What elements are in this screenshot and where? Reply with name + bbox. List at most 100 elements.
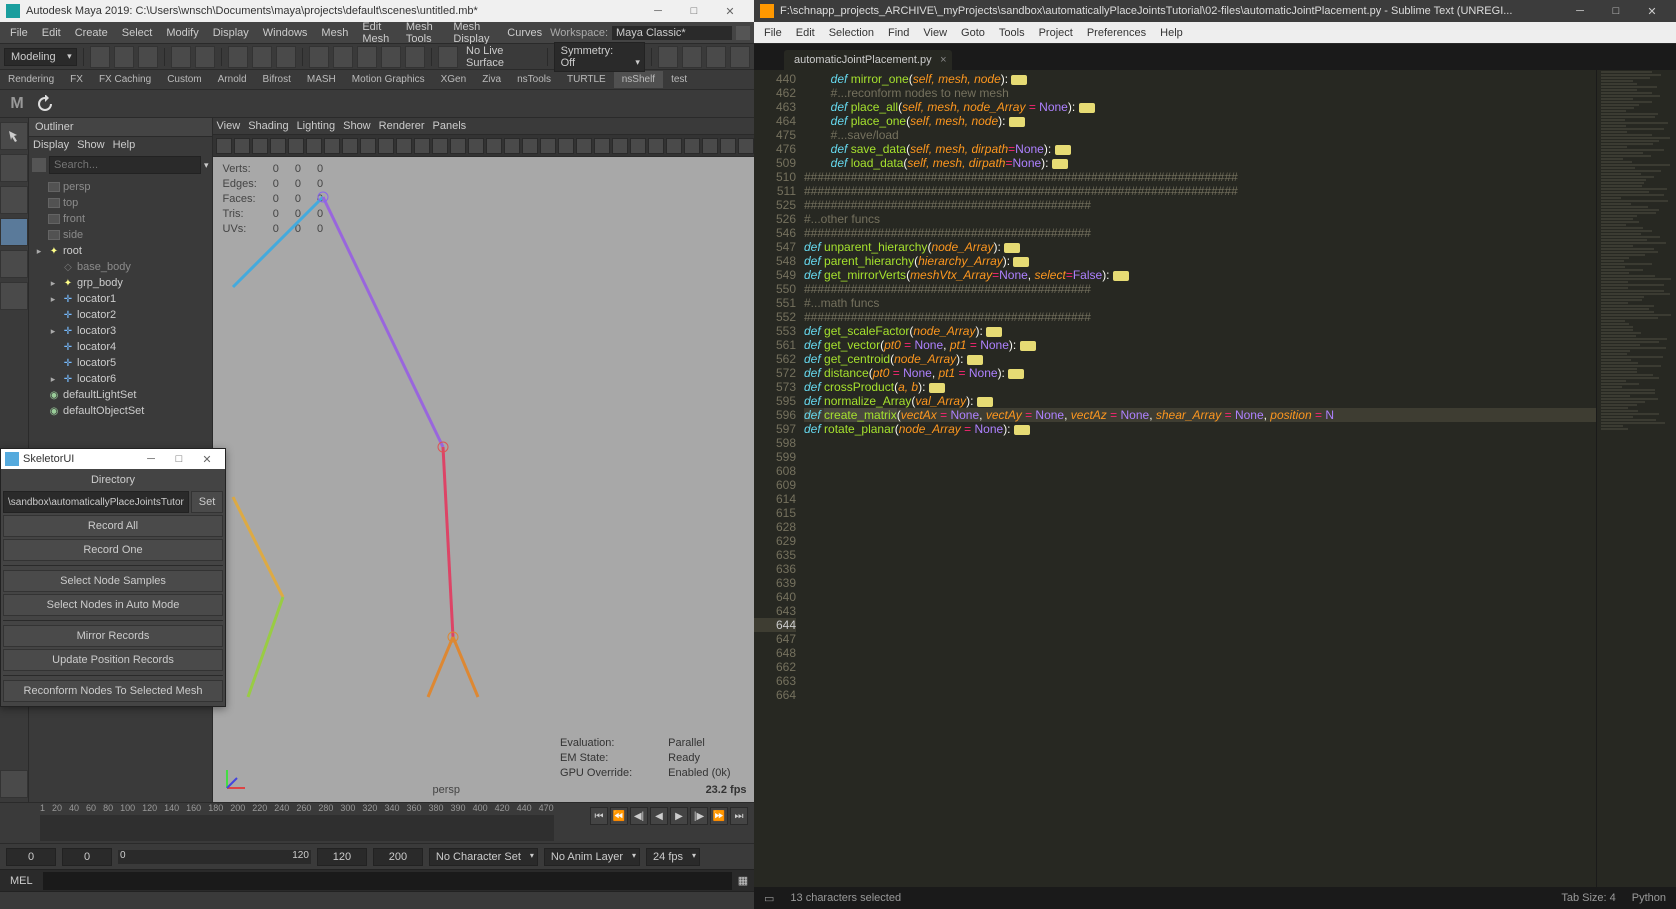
viewport-tool-icon[interactable] [594, 138, 610, 154]
skeletor-min-button[interactable]: ─ [137, 453, 165, 465]
select-nodes-in-auto-mode-button[interactable]: Select Nodes in Auto Mode [3, 594, 223, 616]
sublime-menu-help[interactable]: Help [1154, 25, 1189, 41]
range-inner-end[interactable] [317, 848, 367, 866]
last-tool-icon[interactable] [0, 282, 28, 310]
sublime-maximize-button[interactable]: □ [1598, 0, 1634, 22]
sublime-minimize-button[interactable]: ─ [1562, 0, 1598, 22]
minimap[interactable] [1596, 70, 1676, 887]
menu-create[interactable]: Create [69, 25, 114, 41]
shelf-icon-m[interactable]: M [6, 93, 28, 115]
snap-grid-icon[interactable] [309, 46, 329, 68]
viewport-tool-icon[interactable] [738, 138, 754, 154]
sublime-menu-selection[interactable]: Selection [823, 25, 880, 41]
sublime-menu-tools[interactable]: Tools [993, 25, 1031, 41]
outliner-menu-help[interactable]: Help [113, 139, 136, 151]
shelf-tab-bifrost[interactable]: Bifrost [255, 71, 299, 88]
ipr-icon[interactable] [706, 46, 726, 68]
outliner-node-locator1[interactable]: ▸✛locator1 [29, 291, 212, 307]
viewport-tool-icon[interactable] [396, 138, 412, 154]
play-fwd-icon[interactable]: ▶ [670, 807, 688, 825]
workspace-icon[interactable] [736, 26, 750, 40]
menu-windows[interactable]: Windows [257, 25, 314, 41]
range-end[interactable] [373, 848, 423, 866]
dropdown-icon[interactable]: ▾ [204, 160, 209, 171]
outliner-node-base_body[interactable]: ◇base_body [29, 259, 212, 275]
sublime-menu-view[interactable]: View [917, 25, 953, 41]
gutter[interactable]: 4404624634644754765095105115255265465475… [754, 70, 804, 887]
tab-close-icon[interactable]: × [940, 54, 946, 66]
set-button[interactable]: Set [191, 491, 223, 513]
snap-point-icon[interactable] [357, 46, 377, 68]
viewport-canvas[interactable]: Verts:000Edges:000Faces:000Tris:000UVs:0… [213, 157, 754, 802]
menu-select[interactable]: Select [116, 25, 159, 41]
outliner-node-grp_body[interactable]: ▸✦grp_body [29, 275, 212, 291]
viewport-menu-shading[interactable]: Shading [248, 120, 288, 132]
scale-tool-icon[interactable] [0, 250, 28, 278]
close-button[interactable]: ✕ [712, 0, 748, 22]
sublime-close-button[interactable]: ✕ [1634, 0, 1670, 22]
outliner-node-locator5[interactable]: ✛locator5 [29, 355, 212, 371]
step-fwd-icon[interactable]: |▶ [690, 807, 708, 825]
shelf-tab-fx[interactable]: FX [62, 71, 91, 88]
outliner-search[interactable] [49, 156, 201, 174]
script-editor-icon[interactable]: ▦ [732, 874, 754, 887]
range-track[interactable]: 0 120 [118, 850, 311, 864]
play-back-icon[interactable]: ◀ [650, 807, 668, 825]
charset-dropdown[interactable]: No Character Set [429, 848, 538, 866]
outliner-node-locator4[interactable]: ✛locator4 [29, 339, 212, 355]
prefs-icon[interactable] [730, 848, 748, 866]
autokey-icon[interactable] [706, 848, 724, 866]
viewport-tool-icon[interactable] [270, 138, 286, 154]
outliner-node-persp[interactable]: persp [29, 179, 212, 195]
menu-mesh-display[interactable]: Mesh Display [447, 19, 499, 47]
viewport-tool-icon[interactable] [378, 138, 394, 154]
viewport-tool-icon[interactable] [720, 138, 736, 154]
viewport-tool-icon[interactable] [522, 138, 538, 154]
viewport-tool-icon[interactable] [468, 138, 484, 154]
file-tab[interactable]: automaticJointPlacement.py × [784, 50, 952, 70]
shelf-tab-nstools[interactable]: nsTools [509, 71, 559, 88]
cmd-input[interactable] [43, 872, 388, 890]
workspace-selector[interactable] [612, 26, 732, 40]
menu-edit[interactable]: Edit [36, 25, 67, 41]
move-tool-icon[interactable] [0, 186, 28, 214]
fps-dropdown[interactable]: 24 fps [646, 848, 700, 866]
layout-icon[interactable] [0, 770, 28, 798]
outliner-node-defaultLightSet[interactable]: ◉defaultLightSet [29, 387, 212, 403]
render-settings-icon[interactable] [730, 46, 750, 68]
paint-select-icon[interactable] [276, 46, 296, 68]
save-scene-icon[interactable] [138, 46, 158, 68]
outliner-node-locator3[interactable]: ▸✛locator3 [29, 323, 212, 339]
viewport-menu-view[interactable]: View [217, 120, 241, 132]
step-fwd-key-icon[interactable]: ⏩ [710, 807, 728, 825]
construction-history-icon[interactable] [658, 46, 678, 68]
update-position-records-button[interactable]: Update Position Records [3, 649, 223, 671]
tab-size-status[interactable]: Tab Size: 4 [1561, 892, 1615, 904]
lasso-tool-icon[interactable] [0, 154, 28, 182]
viewport-tool-icon[interactable] [558, 138, 574, 154]
sublime-menu-file[interactable]: File [758, 25, 788, 41]
sublime-menu-edit[interactable]: Edit [790, 25, 821, 41]
skeletor-titlebar[interactable]: SkeletorUI ─ □ ✕ [1, 449, 225, 469]
viewport-menu-panels[interactable]: Panels [433, 120, 467, 132]
sublime-menu-preferences[interactable]: Preferences [1081, 25, 1152, 41]
timeline[interactable]: 1204060801001201401601802002202402602803… [0, 802, 754, 843]
shelf-tab-fx caching[interactable]: FX Caching [91, 71, 159, 88]
shelf-icon-refresh[interactable] [34, 93, 56, 115]
skeletor-window[interactable]: SkeletorUI ─ □ ✕ Directory Set Record Al… [0, 448, 226, 707]
shelf-tab-arnold[interactable]: Arnold [210, 71, 255, 88]
select-node-samples-button[interactable]: Select Node Samples [3, 570, 223, 592]
search-icon[interactable] [32, 158, 46, 172]
viewport-tool-icon[interactable] [684, 138, 700, 154]
menu-modify[interactable]: Modify [160, 25, 204, 41]
select-mode-icon[interactable] [228, 46, 248, 68]
menu-file[interactable]: File [4, 25, 34, 41]
shelf-tab-test[interactable]: test [663, 71, 695, 88]
viewport-tool-icon[interactable] [432, 138, 448, 154]
shelf-tab-motion graphics[interactable]: Motion Graphics [344, 71, 433, 88]
outliner-node-top[interactable]: top [29, 195, 212, 211]
viewport-menu-lighting[interactable]: Lighting [297, 120, 336, 132]
outliner-node-front[interactable]: front [29, 211, 212, 227]
viewport-tool-icon[interactable] [486, 138, 502, 154]
shelf-tab-xgen[interactable]: XGen [433, 71, 475, 88]
